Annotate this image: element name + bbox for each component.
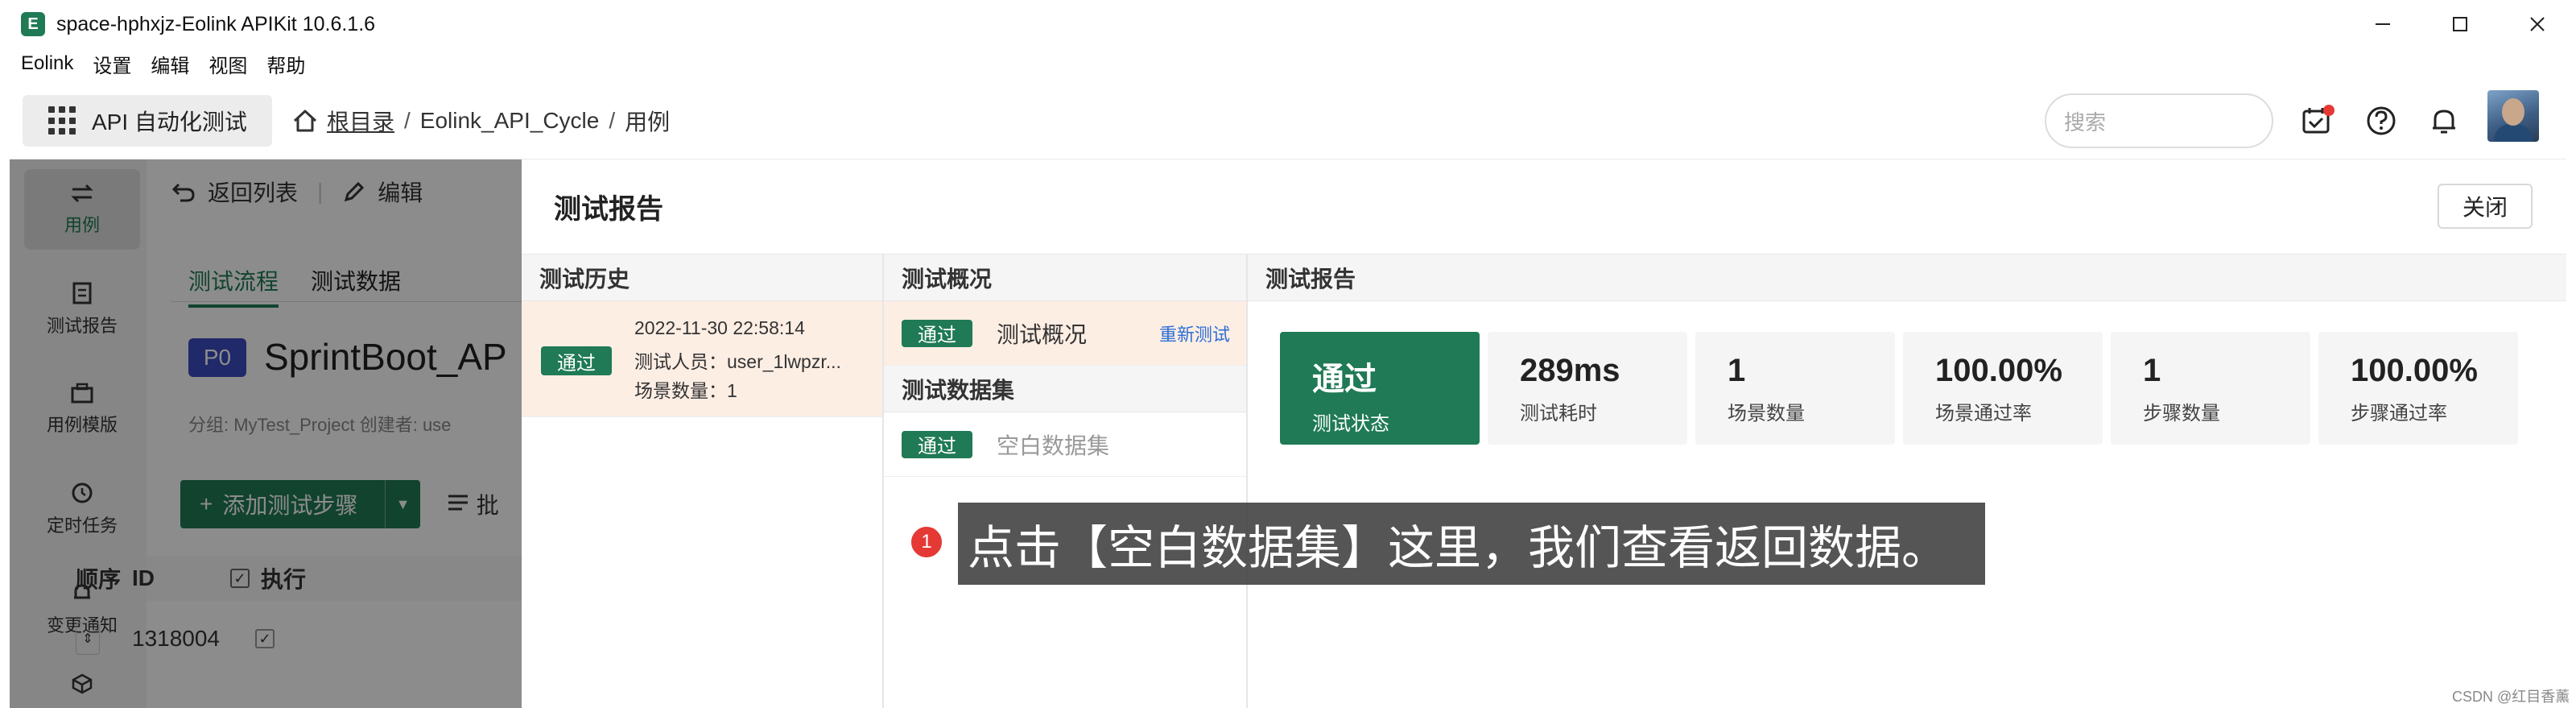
close-icon <box>2530 17 2545 31</box>
window-title: space-hphxjz-Eolink APIKit 10.6.1.6 <box>56 12 376 35</box>
test-history-header: 测试历史 <box>522 255 882 301</box>
stat-value: 289ms <box>1520 353 1620 388</box>
close-button[interactable]: 关闭 <box>2438 184 2533 229</box>
test-overview-panel: 测试概况 通过 测试概况 重新测试 测试数据集 通过 空白数据集 <box>884 255 1248 708</box>
stat-label: 步骤通过率 <box>2351 403 2447 424</box>
status-badge: 通过 <box>902 319 972 347</box>
stat-label: 步骤数量 <box>2143 403 2220 424</box>
drawer-title: 测试报告 <box>554 194 663 225</box>
annotation-callout: 点击【空白数据集】这里，我们查看返回数据。 <box>958 503 1985 585</box>
stat-test-status: 通过 测试状态 <box>1280 332 1480 445</box>
help-icon[interactable] <box>2363 103 2399 139</box>
status-badge: 通过 <box>541 346 612 375</box>
user-avatar[interactable] <box>2487 90 2539 142</box>
stat-value: 100.00% <box>1935 353 2062 388</box>
overview-item-label: 测试概况 <box>997 321 1088 347</box>
module-label: API 自动化测试 <box>92 110 247 135</box>
app-logo-icon: E <box>21 12 45 36</box>
stat-step-pass-rate: 100.00% 步骤通过率 <box>2318 332 2518 445</box>
dataset-item-label: 空白数据集 <box>997 433 1110 458</box>
top-toolbar: API 自动化测试 根目录 / Eolink_API_Cycle / 用例 搜索 <box>10 79 2566 159</box>
bell-icon[interactable] <box>2426 103 2462 139</box>
menu-settings[interactable]: 设置 <box>93 50 131 78</box>
breadcrumb-project-link[interactable]: Eolink_API_Cycle <box>420 108 600 134</box>
stat-duration: 289ms 测试耗时 <box>1488 332 1687 445</box>
test-report-drawer: 测试报告 关闭 测试历史 通过 2022-11-30 22:58:14 测试人员… <box>522 159 2566 708</box>
minimize-icon <box>2376 23 2390 25</box>
maximize-icon <box>2453 17 2467 31</box>
stat-scene-pass-rate: 100.00% 场景通过率 <box>1903 332 2103 445</box>
stat-scene-count: 1 场景数量 <box>1695 332 1895 445</box>
menu-eolink[interactable]: Eolink <box>21 52 73 75</box>
test-overview-header: 测试概况 <box>884 255 1246 301</box>
drawer-header: 测试报告 关闭 <box>522 159 2566 255</box>
menu-bar: Eolink 设置 编辑 视图 帮助 <box>0 48 2576 79</box>
stat-value: 100.00% <box>2351 353 2478 388</box>
watermark: CSDN @红目香薰 <box>2452 689 2570 705</box>
history-item[interactable]: 通过 2022-11-30 22:58:14 测试人员：user_1lwpzr.… <box>522 301 882 417</box>
home-icon <box>293 110 317 132</box>
close-window-button[interactable] <box>2499 0 2576 48</box>
menu-view[interactable]: 视图 <box>208 50 247 78</box>
modal-overlay[interactable] <box>10 159 522 708</box>
stat-label: 测试耗时 <box>1520 403 1597 424</box>
task-check-icon[interactable] <box>2299 103 2334 139</box>
stat-value: 通过 <box>1312 362 1377 397</box>
module-switcher-button[interactable]: API 自动化测试 <box>23 95 272 147</box>
breadcrumb-current: 用例 <box>625 110 671 135</box>
search-input[interactable]: 搜索 <box>2045 93 2273 148</box>
breadcrumb: 根目录 / Eolink_API_Cycle / 用例 <box>291 97 670 145</box>
case-detail-background: 用例 测试报告 用例模版 定时任务 变更通知 返回列表 | 编辑 测试流程 测试… <box>10 159 522 708</box>
menu-edit[interactable]: 编辑 <box>151 50 189 78</box>
status-badge: 通过 <box>902 430 972 458</box>
annotation-step-number: 1 <box>910 525 943 559</box>
report-stats: 通过 测试状态 289ms 测试耗时 1 场景数量 100.00% 场景通过率 … <box>1280 332 2526 445</box>
stat-label: 场景通过率 <box>1935 403 2032 424</box>
stat-value: 1 <box>1728 353 1746 388</box>
overview-item[interactable]: 通过 测试概况 重新测试 <box>884 301 1246 366</box>
history-tester: 测试人员：user_1lwpzr... <box>634 351 841 372</box>
stat-step-count: 1 步骤数量 <box>2111 332 2310 445</box>
test-report-header: 测试报告 <box>1248 255 2566 301</box>
breadcrumb-separator: / <box>404 108 411 133</box>
minimize-button[interactable] <box>2344 0 2421 48</box>
apps-grid-icon <box>48 106 77 135</box>
retest-link[interactable]: 重新测试 <box>1159 321 1230 346</box>
history-scenes: 场景数量：1 <box>634 380 737 401</box>
title-bar: E space-hphxjz-Eolink APIKit 10.6.1.6 <box>0 0 2576 48</box>
dataset-header: 测试数据集 <box>884 366 1246 412</box>
maximize-button[interactable] <box>2421 0 2499 48</box>
breadcrumb-separator: / <box>609 108 616 133</box>
test-history-panel: 测试历史 通过 2022-11-30 22:58:14 测试人员：user_1l… <box>522 255 884 708</box>
stat-value: 1 <box>2143 353 2161 388</box>
stat-label: 场景数量 <box>1728 403 1805 424</box>
dataset-item-blank[interactable]: 通过 空白数据集 <box>884 412 1246 477</box>
history-time: 2022-11-30 22:58:14 <box>634 317 805 338</box>
menu-help[interactable]: 帮助 <box>266 50 305 78</box>
stat-label: 测试状态 <box>1312 413 1389 435</box>
breadcrumb-root-link[interactable]: 根目录 <box>327 105 394 137</box>
test-report-panel: 测试报告 通过 测试状态 289ms 测试耗时 1 场景数量 100.00% 场… <box>1248 255 2566 708</box>
window-controls <box>2344 0 2576 48</box>
